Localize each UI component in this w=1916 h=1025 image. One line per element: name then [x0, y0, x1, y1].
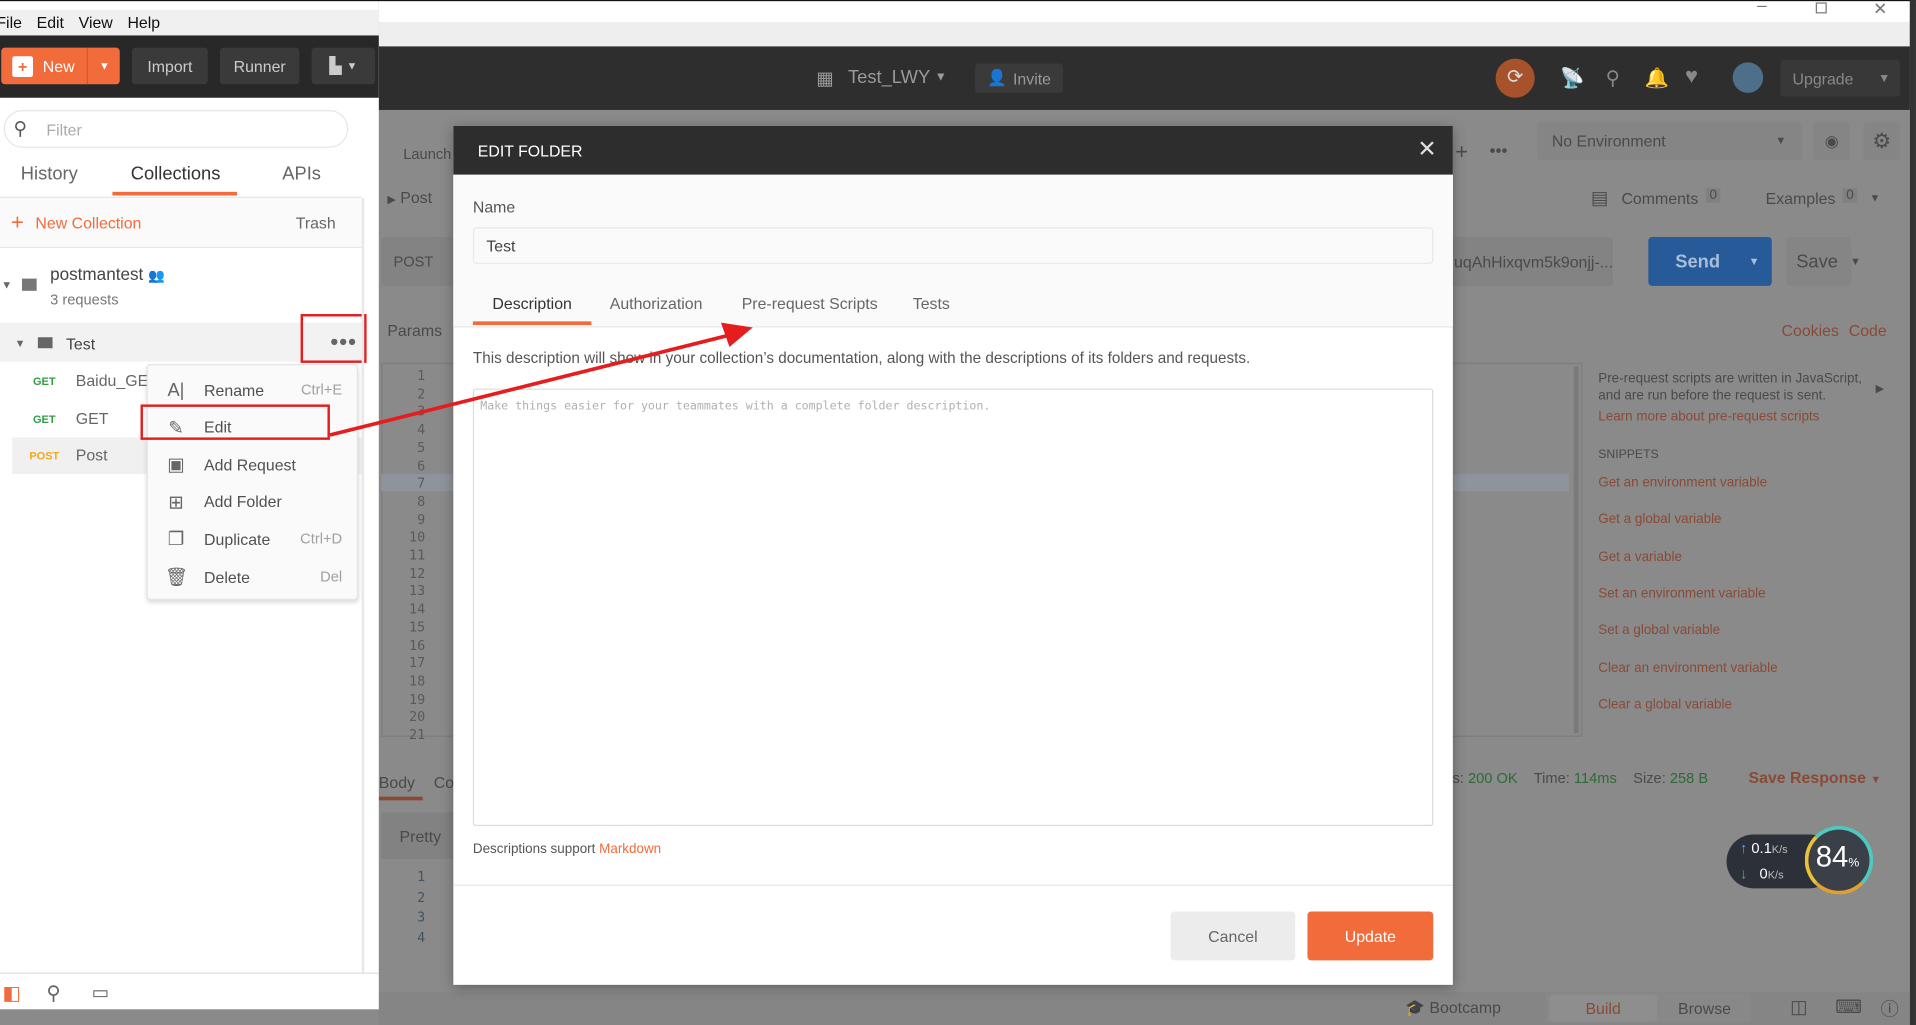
arrow-line: [329, 333, 732, 437]
annotation-arrow: [329, 322, 753, 437]
arrow-head: [720, 322, 753, 348]
app-window: – ✕ ▦ Test_LWY ▼ 👤 Invite ⟳ 📡 ⚲ 🔔 ♥ Upgra…: [0, 0, 1916, 1025]
